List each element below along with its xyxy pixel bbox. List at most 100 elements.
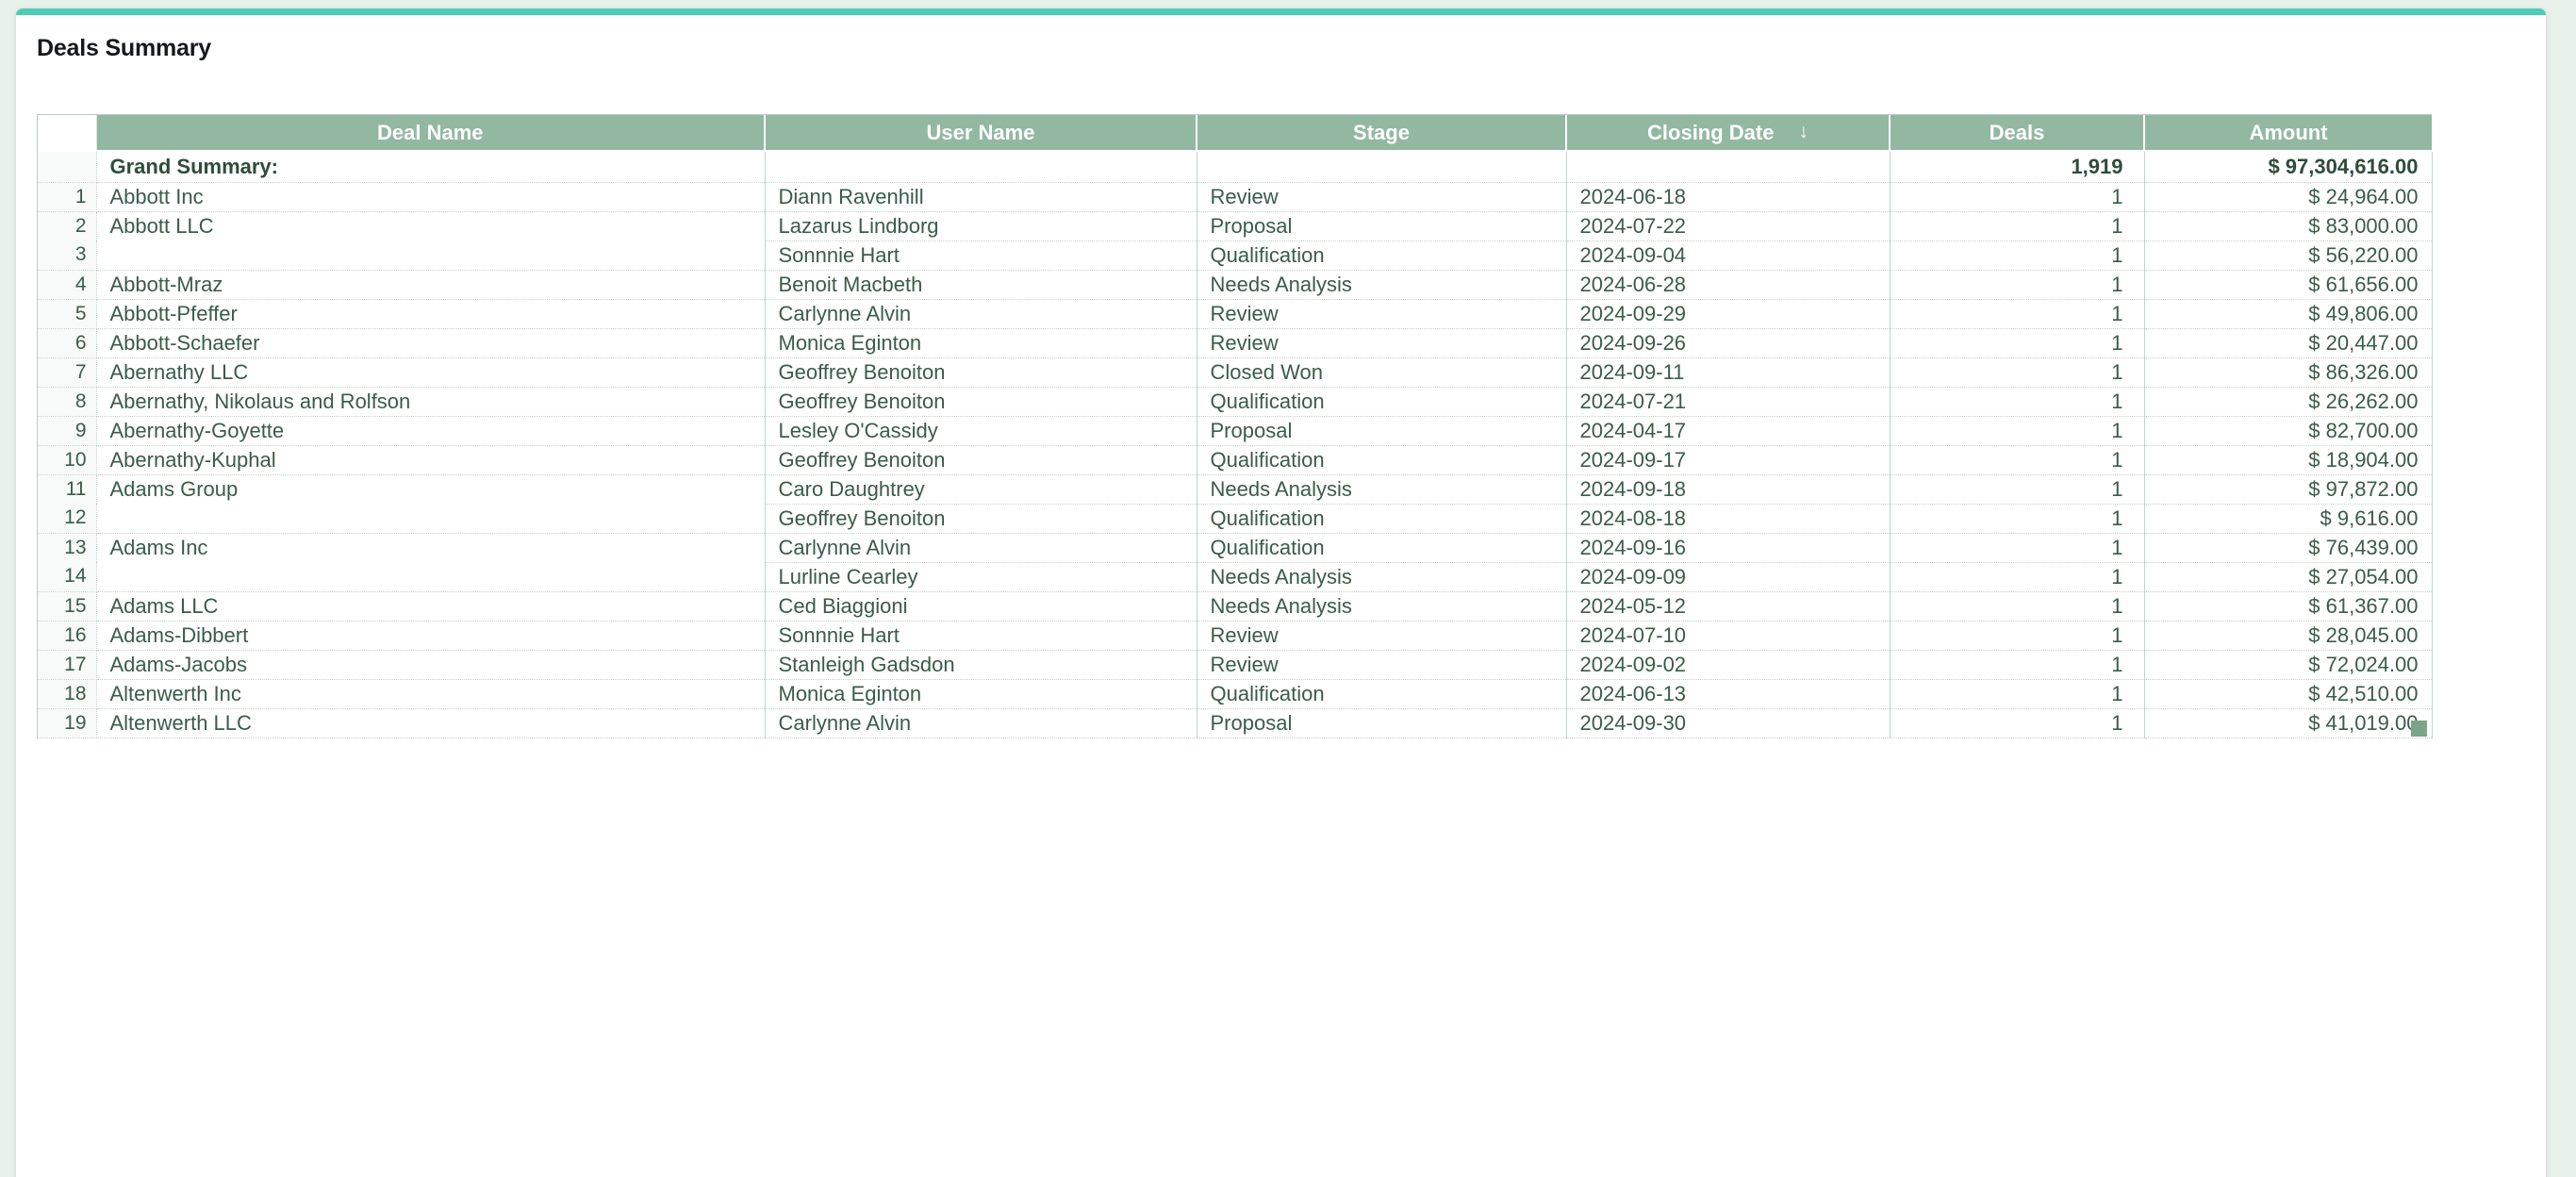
cell-amount: $ 61,367.00 xyxy=(2144,591,2433,622)
cell-user-name: Lesley O'Cassidy xyxy=(765,416,1197,446)
table-row[interactable]: 9 Abernathy-Goyette Lesley O'Cassidy Propos… xyxy=(38,416,2433,446)
cell-deals: 1 xyxy=(1890,182,2145,212)
row-number: 5 xyxy=(38,299,97,329)
table-row[interactable]: 18 Altenwerth Inc Monica Eginton Qualificat… xyxy=(38,679,2433,709)
table-row[interactable]: 13 Adams Inc Carlynne Alvin Qualification 20… xyxy=(38,533,2433,563)
table-body: Grand Summary: 1,919 $ 97,304,616.00 1 Abbot… xyxy=(38,151,2433,738)
cell-stage: Proposal xyxy=(1197,211,1567,241)
cell-closing-date: 2024-05-12 xyxy=(1566,591,1891,622)
cell-deals: 1 xyxy=(1890,708,2145,738)
table-row[interactable]: 3 Sonnnie Hart Qualification 2024-09-04 1 $ 5… xyxy=(38,240,2433,271)
cell-user-name: Caro Daughtrey xyxy=(765,474,1197,505)
table-row[interactable]: 12 Geoffrey Benoiton Qualification 2024-08-… xyxy=(38,504,2433,534)
table-row[interactable]: 5 Abbott-Pfeffer Carlynne Alvin Review 2024-… xyxy=(38,299,2433,329)
cell-stage: Review xyxy=(1197,328,1567,358)
cell-stage: Qualification xyxy=(1197,445,1567,475)
cell-user-name: Diann Ravenhill xyxy=(765,182,1197,212)
cell-deal-name: Adams Inc xyxy=(96,533,766,562)
row-number: 19 xyxy=(38,708,97,738)
table-row[interactable]: 1 Abbott Inc Diann Ravenhill Review 2024-06-… xyxy=(38,182,2433,212)
cell-closing-date: 2024-07-10 xyxy=(1566,621,1891,651)
arrow-down-icon: ↓ xyxy=(1798,121,1808,142)
table-row[interactable]: 2 Abbott LLC Lazarus Lindborg Proposal 2024-… xyxy=(38,211,2433,241)
column-header-deal-name[interactable]: Deal Name xyxy=(96,115,766,152)
row-number: 15 xyxy=(38,591,97,622)
cell-deal-name: Abbott Inc xyxy=(96,182,766,212)
cell-user-name: Geoffrey Benoiton xyxy=(765,387,1197,417)
cell-stage: Needs Analysis xyxy=(1197,591,1567,622)
table-row[interactable]: 8 Abernathy, Nikolaus and Rolfson Geoffrey… xyxy=(38,387,2433,417)
resize-grip[interactable] xyxy=(2411,720,2427,737)
column-header-stage[interactable]: Stage xyxy=(1197,115,1567,152)
table-row[interactable]: 15 Adams LLC Ced Biaggioni Needs Analysis 20… xyxy=(38,591,2433,622)
row-number: 8 xyxy=(38,387,97,417)
cell-deals: 1 xyxy=(1890,562,2145,592)
cell-stage: Qualification xyxy=(1197,504,1567,534)
table-row[interactable]: 6 Abbott-Schaefer Monica Eginton Review 2024… xyxy=(38,328,2433,358)
table-row[interactable]: 19 Altenwerth LLC Carlynne Alvin Proposal 20… xyxy=(38,708,2433,738)
column-header-deal-name-label: Deal Name xyxy=(376,120,484,144)
grand-summary-date xyxy=(1566,151,1891,183)
column-header-user-name-label: User Name xyxy=(926,120,1035,144)
column-header-amount[interactable]: Amount xyxy=(2144,115,2432,152)
column-header-amount-label: Amount xyxy=(2249,120,2328,144)
cell-deal-name xyxy=(96,562,766,592)
cell-deals: 1 xyxy=(1890,621,2145,651)
cell-user-name: Lurline Cearley xyxy=(765,562,1197,592)
row-number: 11 xyxy=(38,474,97,504)
cell-amount: $ 9,616.00 xyxy=(2144,504,2433,534)
cell-stage: Proposal xyxy=(1197,416,1567,446)
cell-closing-date: 2024-09-18 xyxy=(1566,474,1891,505)
row-number: 9 xyxy=(38,416,97,446)
cell-closing-date: 2024-06-13 xyxy=(1566,679,1891,709)
table-row[interactable]: 10 Abernathy-Kuphal Geoffrey Benoiton Quali… xyxy=(38,445,2433,475)
cell-closing-date: 2024-09-17 xyxy=(1566,445,1891,475)
column-header-closing-date[interactable]: Closing Date ↓ xyxy=(1566,115,1891,152)
grand-summary-row: Grand Summary: 1,919 $ 97,304,616.00 xyxy=(38,151,2433,183)
cell-deals: 1 xyxy=(1890,387,2145,417)
table-row[interactable]: 7 Abernathy LLC Geoffrey Benoiton Closed Wo… xyxy=(38,357,2433,388)
table-row[interactable]: 14 Lurline Cearley Needs Analysis 2024-09-0… xyxy=(38,562,2433,592)
pivot-table-container[interactable]: Deal Name User Name Stage Closing Date ↓ xyxy=(37,114,2433,738)
cell-user-name: Geoffrey Benoiton xyxy=(765,445,1197,475)
cell-deals: 1 xyxy=(1890,650,2145,680)
table-row[interactable]: 11 Adams Group Caro Daughtrey Needs Analysi… xyxy=(38,474,2433,505)
column-header-deals[interactable]: Deals xyxy=(1890,115,2145,152)
cell-deal-name: Altenwerth LLC xyxy=(96,708,766,738)
cell-deal-name: Abernathy LLC xyxy=(96,357,766,388)
header-rownum-corner xyxy=(38,115,97,152)
row-number: 4 xyxy=(38,270,97,300)
cell-deal-name: Adams LLC xyxy=(96,591,766,622)
cell-closing-date: 2024-09-02 xyxy=(1566,650,1891,680)
cell-deals: 1 xyxy=(1890,679,2145,709)
cell-user-name: Monica Eginton xyxy=(765,328,1197,358)
cell-amount: $ 72,024.00 xyxy=(2144,650,2433,680)
cell-amount: $ 20,447.00 xyxy=(2144,328,2433,358)
cell-stage: Qualification xyxy=(1197,679,1567,709)
cell-amount: $ 41,019.00 xyxy=(2144,708,2433,738)
cell-closing-date: 2024-08-18 xyxy=(1566,504,1891,534)
cell-closing-date: 2024-06-28 xyxy=(1566,270,1891,300)
cell-deal-name: Abernathy-Goyette xyxy=(96,416,766,446)
column-header-stage-label: Stage xyxy=(1353,120,1410,144)
cell-stage: Qualification xyxy=(1197,240,1567,271)
table-row[interactable]: 17 Adams-Jacobs Stanleigh Gadsdon Review 202… xyxy=(38,650,2433,680)
table-row[interactable]: 4 Abbott-Mraz Benoit Macbeth Needs Analysis… xyxy=(38,270,2433,300)
row-number: 10 xyxy=(38,445,97,475)
row-number: 6 xyxy=(38,328,97,358)
grand-summary-deals: 1,919 xyxy=(1890,151,2145,183)
cell-deals: 1 xyxy=(1890,474,2145,505)
cell-deal-name: Abernathy, Nikolaus and Rolfson xyxy=(96,387,766,417)
cell-closing-date: 2024-09-09 xyxy=(1566,562,1891,592)
app-root: Deals Summary Deal Name User Name Stage … xyxy=(0,0,2576,1177)
table-row[interactable]: 16 Adams-Dibbert Sonnnie Hart Review 2024-07… xyxy=(38,621,2433,651)
cell-deals: 1 xyxy=(1890,357,2145,388)
cell-amount: $ 97,872.00 xyxy=(2144,474,2433,505)
column-header-user-name[interactable]: User Name xyxy=(765,115,1197,152)
cell-stage: Review xyxy=(1197,621,1567,651)
cell-user-name: Lazarus Lindborg xyxy=(765,211,1197,241)
row-number: 13 xyxy=(38,533,97,562)
row-number: 1 xyxy=(38,182,97,212)
cell-stage: Needs Analysis xyxy=(1197,270,1567,300)
cell-stage: Review xyxy=(1197,182,1567,212)
